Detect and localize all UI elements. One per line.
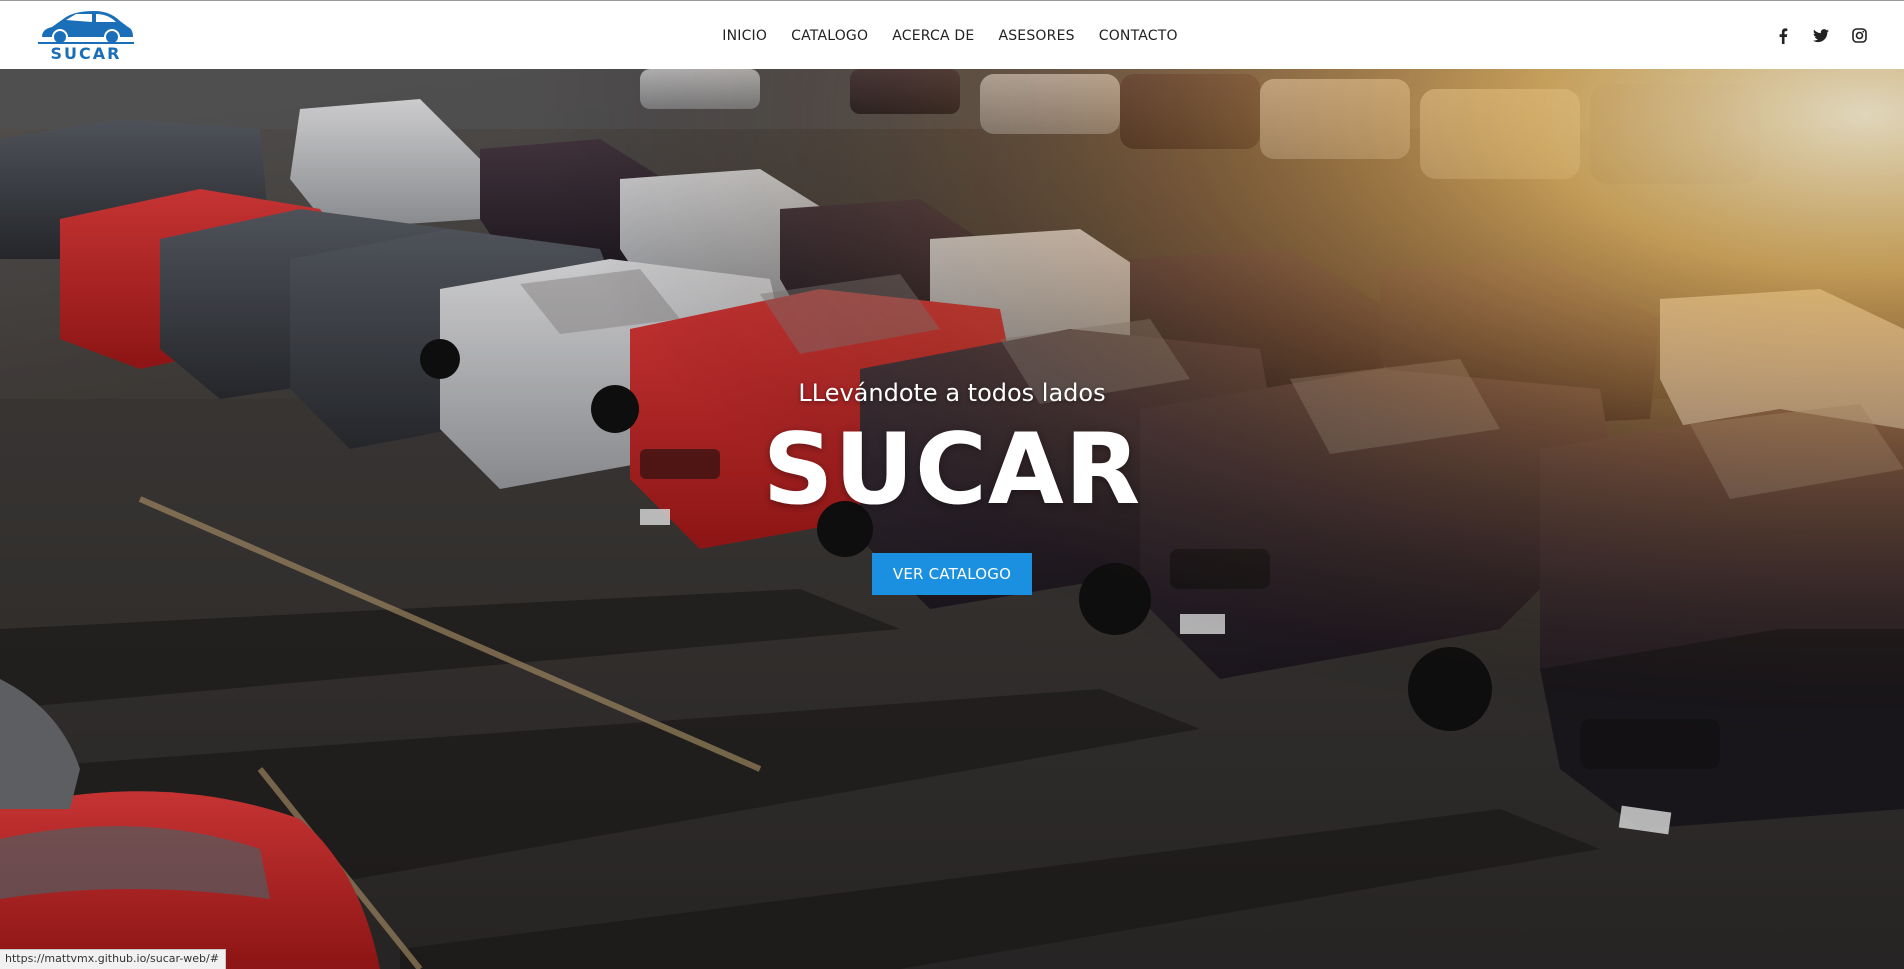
site-header: SUCAR INICIO CATALOGO ACERCA DE ASESORES… xyxy=(0,0,1904,69)
instagram-icon[interactable] xyxy=(1850,27,1868,45)
facebook-icon[interactable] xyxy=(1774,27,1792,45)
status-bar-url: https://mattvmx.github.io/sucar-web/# xyxy=(0,949,226,969)
hero-title: SUCAR xyxy=(762,413,1142,527)
nav-contacto[interactable]: CONTACTO xyxy=(1099,28,1178,44)
main-nav: INICIO CATALOGO ACERCA DE ASESORES CONTA… xyxy=(0,1,1904,70)
nav-asesores[interactable]: ASESORES xyxy=(998,28,1074,44)
ver-catalogo-button[interactable]: VER CATALOGO xyxy=(872,553,1032,595)
hero-section: LLevándote a todos lados SUCAR VER CATAL… xyxy=(0,69,1904,969)
nav-acerca-de[interactable]: ACERCA DE xyxy=(892,28,974,44)
hero-content: LLevándote a todos lados SUCAR VER CATAL… xyxy=(0,69,1904,969)
hero-tagline: LLevándote a todos lados xyxy=(798,379,1106,407)
twitter-icon[interactable] xyxy=(1812,27,1830,45)
page: SUCAR INICIO CATALOGO ACERCA DE ASESORES… xyxy=(0,0,1904,969)
social-links xyxy=(1774,1,1868,70)
nav-catalogo[interactable]: CATALOGO xyxy=(791,28,868,44)
nav-inicio[interactable]: INICIO xyxy=(722,28,767,44)
